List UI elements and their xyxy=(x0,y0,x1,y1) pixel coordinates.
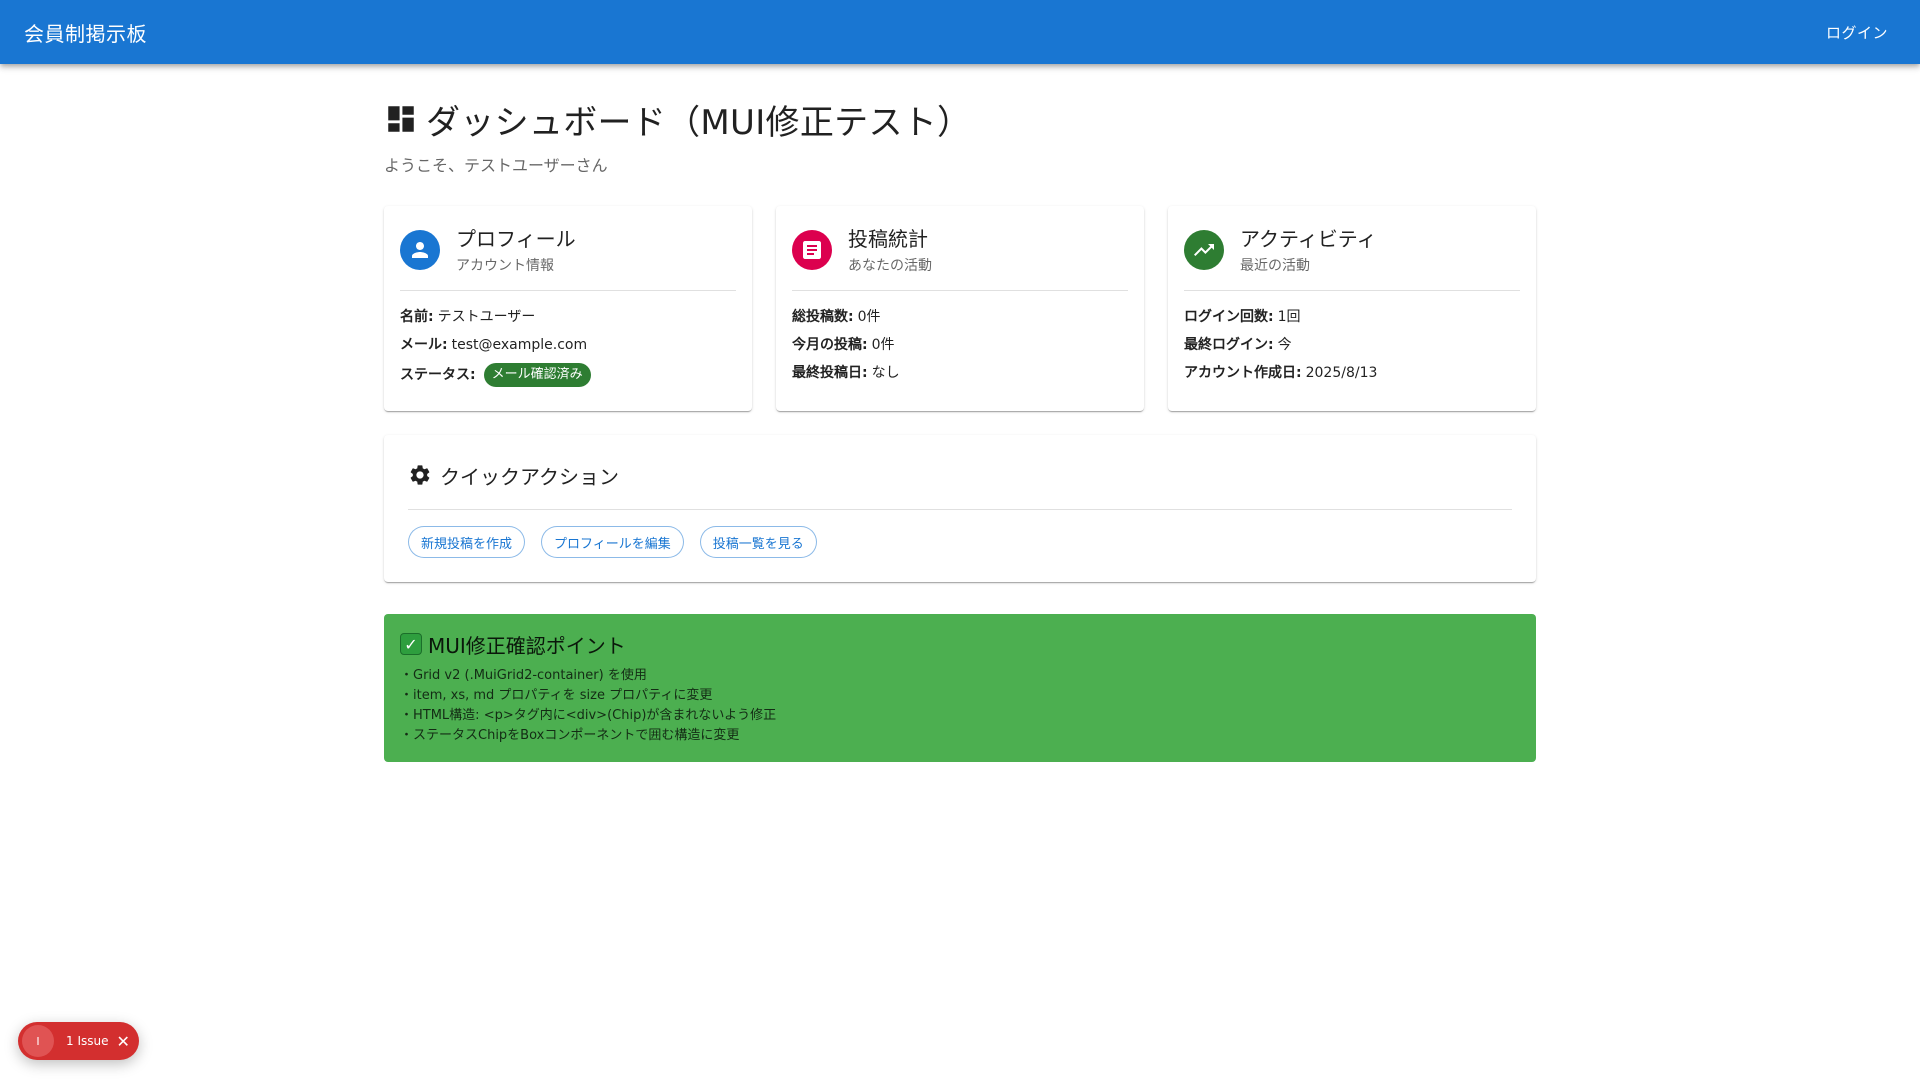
summary-cards: プロフィール アカウント情報 名前: テストユーザー メール: test@examp… xyxy=(384,206,1536,411)
quick-actions-card: クイックアクション 新規投稿を作成 プロフィールを編集 投稿一覧を見る xyxy=(384,435,1536,582)
quick-actions-buttons: 新規投稿を作成 プロフィールを編集 投稿一覧を見る xyxy=(408,526,1512,558)
trending-up-icon xyxy=(1194,244,1214,256)
activity-card-header: アクティビティ 最近の活動 xyxy=(1184,222,1520,278)
welcome-text: ようこそ、テストユーザーさん xyxy=(384,156,608,175)
notice-item: ・item, xs, md プロパティを size プロパティに変更 xyxy=(400,688,713,703)
field-value: test@example.com xyxy=(451,337,588,353)
field-label: ステータス: xyxy=(400,367,476,383)
app-bar: 会員制掲示板 ログイン xyxy=(0,0,1920,64)
profile-card-header: プロフィール アカウント情報 xyxy=(400,222,736,278)
field-value: なし xyxy=(871,365,900,381)
page-title-row: ダッシュボード（MUI修正テスト） xyxy=(384,94,1536,144)
notice-item: ・ステータスChipをBoxコンポーネントで囲む構造に変更 xyxy=(400,728,740,743)
field-label: アカウント作成日: xyxy=(1184,365,1302,381)
edit-profile-button[interactable]: プロフィールを編集 xyxy=(541,526,684,558)
field-value: 今 xyxy=(1277,337,1292,353)
status-chip: メール確認済み xyxy=(483,363,591,387)
close-icon[interactable]: ✕ xyxy=(116,1032,129,1051)
app-title: 会員制掲示板 xyxy=(24,21,147,46)
field-label: 今月の投稿: xyxy=(792,337,868,353)
quick-actions-header: クイックアクション xyxy=(408,459,1512,491)
dashboard-icon xyxy=(388,106,414,132)
field-label: 最終投稿日: xyxy=(792,365,868,381)
person-icon xyxy=(412,242,428,258)
notice-title-row: ✓ MUI修正確認ポイント xyxy=(400,630,1520,658)
field-label: ログイン回数: xyxy=(1184,309,1274,325)
stats-card-subtitle: あなたの活動 xyxy=(848,257,932,274)
activity-card-title: アクティビティ xyxy=(1240,226,1377,251)
profile-card-subtitle: アカウント情報 xyxy=(456,257,554,274)
stats-total-field: 総投稿数: 0件 xyxy=(792,307,1128,327)
check-mark-icon: ✓ xyxy=(400,633,422,655)
field-value: 0件 xyxy=(857,309,881,325)
page-title: ダッシュボード（MUI修正テスト） xyxy=(426,102,972,143)
view-posts-button[interactable]: 投稿一覧を見る xyxy=(699,526,817,558)
divider xyxy=(1184,290,1520,291)
field-value: 1回 xyxy=(1277,309,1301,325)
login-button[interactable]: ログイン xyxy=(1818,16,1896,49)
divider xyxy=(400,290,736,291)
notice-title: MUI修正確認ポイント xyxy=(428,633,626,658)
notice-list: ・Grid v2 (.MuiGrid2-container) を使用 ・item… xyxy=(400,666,1520,746)
new-post-button[interactable]: 新規投稿を作成 xyxy=(408,526,526,558)
field-value: テストユーザー xyxy=(437,309,536,325)
gear-icon xyxy=(410,465,430,485)
profile-card-title: プロフィール xyxy=(456,226,576,251)
activity-card-subtitle: 最近の活動 xyxy=(1240,257,1310,274)
divider xyxy=(792,290,1128,291)
profile-email-field: メール: test@example.com xyxy=(400,335,736,355)
activity-last-login-field: 最終ログイン: 今 xyxy=(1184,335,1520,355)
field-label: 最終ログイン: xyxy=(1184,337,1274,353)
issue-count-label: 1 Issue xyxy=(66,1034,109,1048)
quick-actions-title: クイックアクション xyxy=(440,464,619,489)
activity-login-count-field: ログイン回数: 1回 xyxy=(1184,307,1520,327)
divider xyxy=(408,509,1512,510)
field-value: 0件 xyxy=(871,337,895,353)
stats-month-field: 今月の投稿: 0件 xyxy=(792,335,1128,355)
field-label: メール: xyxy=(400,337,448,353)
profile-avatar xyxy=(400,230,440,270)
profile-status-field: ステータス: メール確認済み xyxy=(400,363,736,387)
notice-item: ・HTML構造: <p>タグ内に<div>(Chip)が含まれないよう修正 xyxy=(400,708,777,723)
profile-card: プロフィール アカウント情報 名前: テストユーザー メール: test@examp… xyxy=(384,206,752,411)
profile-name-field: 名前: テストユーザー xyxy=(400,307,736,327)
article-icon xyxy=(803,241,821,259)
mui-notice-box: ✓ MUI修正確認ポイント ・Grid v2 (.MuiGrid2-contai… xyxy=(384,614,1536,762)
activity-created-field: アカウント作成日: 2025/8/13 xyxy=(1184,363,1520,383)
field-value: 2025/8/13 xyxy=(1305,365,1378,381)
stats-avatar xyxy=(792,230,832,270)
issue-indicator-icon: I xyxy=(22,1025,54,1057)
field-label: 総投稿数: xyxy=(792,309,854,325)
stats-card: 投稿統計 あなたの活動 総投稿数: 0件 今月の投稿: 0件 最終投稿日: なし xyxy=(776,206,1144,411)
notice-item: ・Grid v2 (.MuiGrid2-container) を使用 xyxy=(400,668,647,683)
field-label: 名前: xyxy=(400,309,434,325)
stats-card-title: 投稿統計 xyxy=(848,226,928,251)
stats-card-header: 投稿統計 あなたの活動 xyxy=(792,222,1128,278)
issue-badge[interactable]: I 1 Issue ✕ xyxy=(18,1022,139,1060)
activity-card: アクティビティ 最近の活動 ログイン回数: 1回 最終ログイン: 今 アカウント作成… xyxy=(1168,206,1536,411)
main-content: ダッシュボード（MUI修正テスト） ようこそ、テストユーザーさん プロフィール … xyxy=(384,64,1536,762)
stats-last-field: 最終投稿日: なし xyxy=(792,363,1128,383)
activity-avatar xyxy=(1184,230,1224,270)
